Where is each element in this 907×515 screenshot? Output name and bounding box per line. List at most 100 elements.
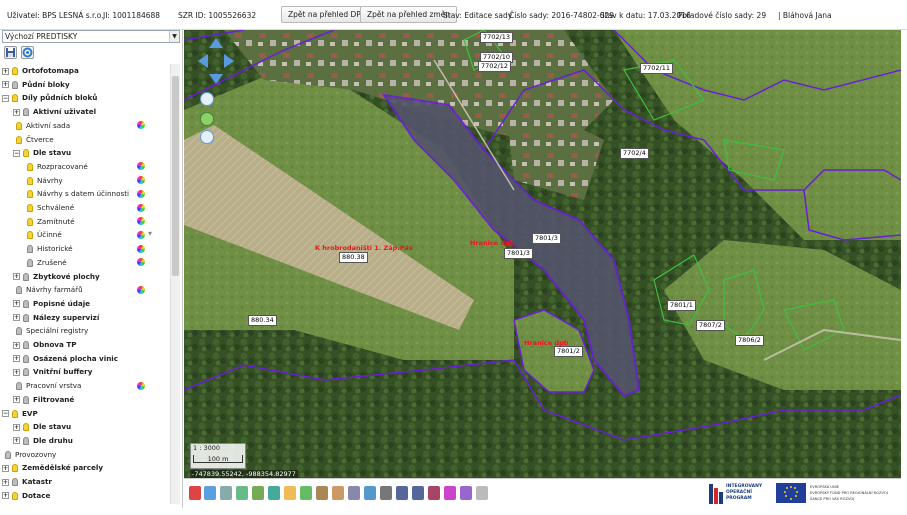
layer-tree-item[interactable]: − Díly půdních bloků (2, 91, 97, 104)
lightbulb-icon[interactable] (16, 121, 22, 130)
layer-tree-item[interactable]: Aktivní sada (13, 119, 70, 132)
expand-icon[interactable]: + (13, 108, 20, 116)
tool-settings-icon[interactable] (476, 486, 488, 500)
tool-info-icon[interactable] (364, 486, 376, 500)
layer-tree-item[interactable]: + Obnova TP (13, 338, 77, 351)
layer-tree-item[interactable]: + Ortofotomapa (2, 64, 79, 77)
expand-icon[interactable]: + (13, 396, 20, 404)
expand-icon[interactable]: + (13, 300, 20, 308)
collapse-icon[interactable]: − (13, 149, 20, 157)
tool-polygon-icon[interactable] (268, 486, 280, 500)
tool-bookmark-icon[interactable] (444, 486, 456, 500)
lightbulb-icon[interactable] (23, 423, 29, 432)
lightbulb-icon[interactable] (16, 327, 22, 336)
tool-merge-icon[interactable] (300, 486, 312, 500)
tool-help-icon[interactable] (460, 486, 472, 500)
layer-tree-item[interactable]: Účinné (24, 228, 62, 241)
lightbulb-icon[interactable] (12, 80, 18, 89)
zoom-in-icon[interactable] (200, 92, 214, 106)
layer-preset-select[interactable]: Výchozí PREDTISKY ▼ (2, 30, 180, 43)
lightbulb-icon[interactable] (27, 204, 33, 212)
expand-icon[interactable]: + (13, 314, 20, 322)
layer-tree-item[interactable]: Návrhy (24, 174, 63, 187)
filter-icon[interactable]: ▾ (148, 229, 152, 238)
layer-tree-item[interactable]: Návrhy farmářů (13, 283, 83, 296)
layer-tree-item[interactable]: − Dle stavu (13, 146, 71, 159)
layer-tree-item[interactable]: Historické (24, 242, 73, 255)
expand-icon[interactable]: + (13, 355, 20, 363)
lightbulb-icon[interactable] (12, 491, 18, 500)
lightbulb-icon[interactable] (27, 245, 33, 254)
expand-icon[interactable]: + (13, 368, 20, 376)
lightbulb-icon[interactable] (16, 286, 22, 295)
color-wheel-icon[interactable] (137, 217, 145, 226)
color-wheel-icon[interactable] (137, 121, 145, 130)
lightbulb-icon[interactable] (12, 94, 18, 103)
chevron-down-icon[interactable]: ▼ (169, 31, 179, 42)
tool-eraser-icon[interactable] (332, 486, 344, 500)
layer-tree-item[interactable]: + Vnitřní buffery (13, 365, 92, 378)
map-view[interactable]: 7702/13 7702/10 7702/12 7702/11 7702/4 7… (184, 30, 901, 478)
layer-tree-item[interactable]: Provozovny (2, 448, 56, 461)
orthophoto-map[interactable] (184, 30, 901, 478)
layer-tree-item[interactable]: Zrušené (24, 256, 67, 269)
layer-tree-item[interactable]: + Dle stavu (13, 420, 71, 433)
tool-pen-icon[interactable] (316, 486, 328, 500)
color-wheel-icon[interactable] (137, 176, 145, 185)
lightbulb-icon[interactable] (16, 382, 22, 391)
color-wheel-icon[interactable] (137, 203, 145, 212)
lightbulb-icon[interactable] (12, 464, 18, 473)
layer-tree-item[interactable]: + Dle druhu (13, 434, 73, 447)
color-wheel-icon[interactable] (137, 244, 145, 253)
lightbulb-icon[interactable] (12, 409, 18, 418)
lightbulb-icon[interactable] (5, 450, 11, 459)
expand-icon[interactable]: + (13, 273, 20, 280)
zoom-extent-icon[interactable] (200, 112, 214, 126)
layer-tree-item[interactable]: − EVP (2, 407, 38, 420)
lightbulb-icon[interactable] (23, 395, 29, 404)
lightbulb-icon[interactable] (23, 272, 29, 281)
color-wheel-icon[interactable] (137, 285, 145, 294)
tool-measure-icon[interactable] (236, 486, 248, 500)
lightbulb-icon[interactable] (23, 108, 29, 117)
layer-tree-item[interactable]: + Zemědělské parcely (2, 461, 103, 474)
lightbulb-icon[interactable] (23, 354, 29, 363)
lightbulb-icon[interactable] (16, 135, 22, 144)
layer-tree-item[interactable]: + Osázená plocha vinic (13, 352, 118, 365)
layer-tree-item[interactable]: Rozpracované (24, 160, 88, 173)
layer-tree-item[interactable]: + Katastr (2, 475, 52, 488)
layer-tree-item[interactable]: + Aktivní uživatel (13, 105, 96, 118)
lightbulb-icon[interactable] (27, 258, 33, 267)
expand-icon[interactable]: + (2, 464, 9, 472)
lightbulb-icon[interactable] (27, 176, 33, 185)
lightbulb-icon[interactable] (23, 299, 29, 308)
expand-icon[interactable]: + (2, 81, 9, 89)
layer-tree-scrollbar[interactable] (170, 64, 180, 504)
expand-icon[interactable]: + (2, 67, 9, 75)
tool-edit-icon[interactable] (189, 486, 201, 500)
tool-print-area-icon[interactable] (396, 486, 408, 500)
scrollbar-thumb[interactable] (172, 76, 179, 276)
expand-icon[interactable]: + (2, 492, 9, 500)
collapse-icon[interactable]: − (2, 94, 9, 102)
layer-tree-item[interactable]: + Dotace (2, 489, 50, 502)
tool-print-map-icon[interactable] (412, 486, 424, 500)
expand-icon[interactable]: + (13, 341, 20, 349)
layer-tree-item[interactable]: Návrhy s datem účinnosti (24, 187, 129, 200)
lightbulb-icon[interactable] (12, 478, 18, 486)
layer-tree-item[interactable]: Speciální registry (13, 324, 88, 337)
lightbulb-icon[interactable] (27, 190, 33, 199)
tool-draw-icon[interactable] (252, 486, 264, 500)
tool-refresh-icon[interactable] (204, 486, 216, 500)
lightbulb-icon[interactable] (23, 149, 29, 158)
color-wheel-icon[interactable] (137, 230, 145, 239)
color-wheel-icon[interactable] (137, 162, 145, 171)
zoom-out-icon[interactable] (200, 130, 214, 144)
lightbulb-icon[interactable] (23, 341, 29, 349)
layer-tree-item[interactable]: + Popisné údaje (13, 297, 90, 310)
lightbulb-icon[interactable] (12, 67, 18, 75)
layer-tree-item[interactable]: Schválené (24, 201, 74, 214)
layer-tree-item[interactable]: Zamítnuté (24, 215, 75, 228)
lightbulb-icon[interactable] (27, 217, 33, 226)
layer-tree-item[interactable]: + Filtrované (13, 393, 74, 406)
